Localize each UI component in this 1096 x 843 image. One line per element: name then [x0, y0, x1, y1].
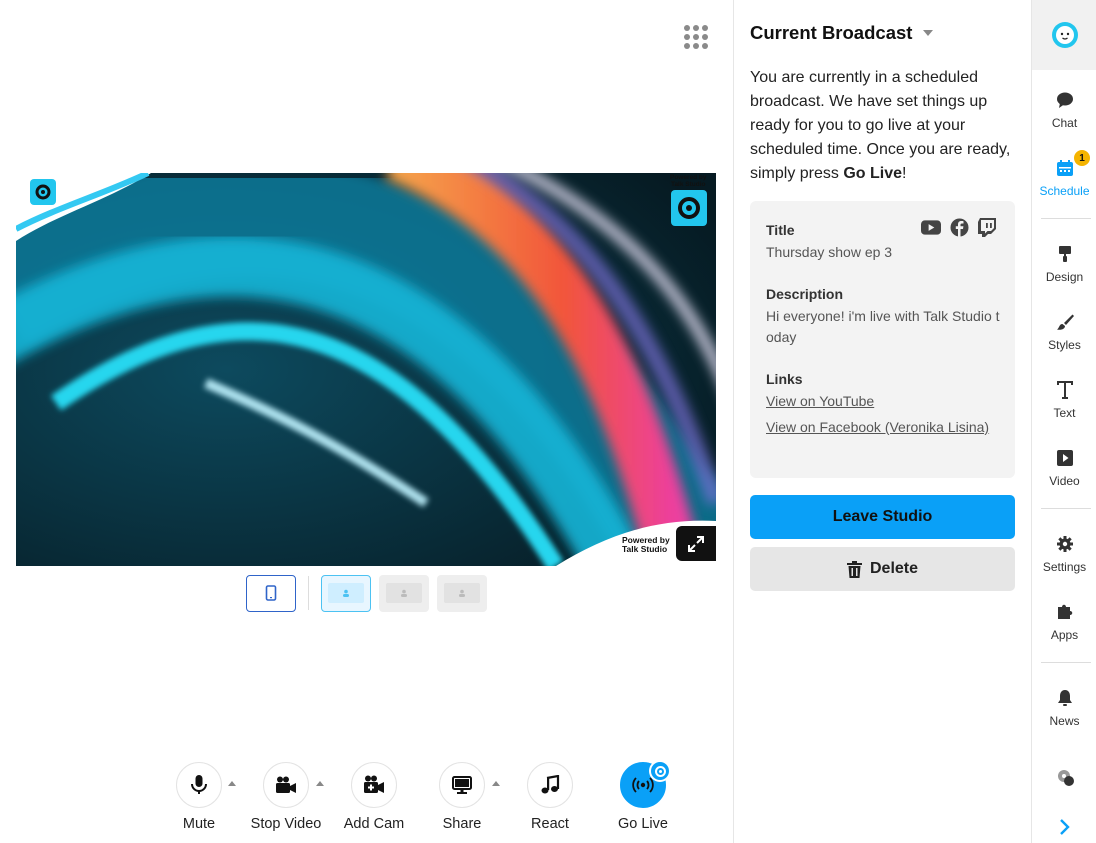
nav-chat[interactable]: Chat	[1032, 88, 1096, 144]
nav-divider	[1041, 662, 1091, 663]
intro-text: You are currently in a scheduled broadca…	[750, 69, 1011, 182]
trash-icon	[846, 560, 862, 578]
status-settings-icon[interactable]	[1056, 768, 1076, 793]
phone-icon	[265, 585, 277, 601]
mute-options-caret[interactable]	[228, 781, 236, 786]
puzzle-icon	[1057, 604, 1072, 619]
add-cam-button[interactable]: Add Cam	[329, 762, 419, 832]
links-label: Links	[766, 371, 803, 387]
user-avatar[interactable]	[1032, 0, 1096, 70]
stop-video-button[interactable]: Stop Video	[241, 762, 331, 832]
nav-divider	[1041, 508, 1091, 509]
video-options-caret[interactable]	[316, 781, 324, 786]
expand-sidebar-chevron-icon[interactable]	[1059, 818, 1071, 841]
powered-by-large-label: Powered by Talk Studio	[622, 535, 670, 554]
avatar-icon	[1051, 22, 1078, 48]
calendar-icon	[1056, 160, 1073, 176]
layout-selector	[246, 574, 495, 612]
facebook-icon	[949, 217, 969, 237]
nav-divider	[1041, 218, 1091, 219]
react-button[interactable]: React	[505, 762, 595, 832]
leave-studio-button[interactable]: Leave Studio	[750, 495, 1015, 539]
share-button[interactable]: Share	[417, 762, 507, 832]
chat-bubble-icon	[1056, 92, 1073, 108]
video-camera-icon	[276, 776, 296, 793]
layout-divider	[308, 576, 309, 610]
monitor-icon	[452, 775, 472, 794]
add-camera-icon	[364, 775, 384, 793]
twitch-icon	[977, 217, 997, 237]
nav-settings[interactable]: Settings	[1032, 532, 1096, 588]
broadcast-info-card: Title Thursday show ep 3 Description Hi …	[750, 201, 1015, 478]
live-indicator-icon	[649, 760, 671, 782]
gear-icon	[1056, 536, 1073, 552]
nav-design[interactable]: Design	[1032, 242, 1096, 298]
mute-button[interactable]: Mute	[154, 762, 244, 832]
music-note-icon	[541, 775, 560, 794]
chevron-down-icon[interactable]	[923, 30, 933, 36]
nav-apps[interactable]: Apps	[1032, 600, 1096, 656]
nav-styles[interactable]: Styles	[1032, 310, 1096, 366]
layout-option-3-button[interactable]	[437, 574, 487, 612]
portrait-layout-button[interactable]	[246, 574, 296, 612]
talk-studio-logo-large	[671, 190, 707, 226]
panel-title[interactable]: Current Broadcast	[750, 22, 912, 44]
text-icon	[1056, 381, 1073, 399]
go-live-button[interactable]: Go Live	[598, 760, 688, 832]
apps-grid-icon[interactable]	[684, 25, 708, 49]
fullscreen-button[interactable]	[676, 526, 716, 561]
nav-text[interactable]: Text	[1032, 378, 1096, 434]
delete-button[interactable]: Delete	[750, 547, 1015, 591]
stage-area: Powered by Talk Studio Powered by Talk Stu…	[0, 0, 733, 843]
background-image	[16, 173, 716, 566]
go-live-emphasis: Go Live	[843, 165, 903, 182]
youtube-link[interactable]: View on YouTube	[766, 391, 1006, 412]
share-options-caret[interactable]	[492, 781, 500, 786]
microphone-icon	[191, 775, 207, 794]
schedule-badge: 1	[1074, 150, 1090, 166]
nav-news[interactable]: News	[1032, 686, 1096, 742]
broadcast-canvas: Powered by Talk Studio Powered by Talk Stu…	[16, 173, 716, 566]
side-navigation: Chat Schedule 1 Design Styles Text Video…	[1031, 0, 1096, 843]
description-value: Hi everyone! i'm live with Talk Studio t…	[766, 308, 1000, 345]
title-label: Title	[766, 222, 795, 238]
paint-roller-icon	[1058, 246, 1071, 262]
destination-icons	[921, 217, 997, 237]
broadcast-panel: Current Broadcast You are currently in a…	[733, 0, 1031, 843]
studio-app: Powered by Talk Studio Powered by Talk Stu…	[0, 0, 1096, 843]
youtube-icon	[921, 217, 941, 237]
brush-icon	[1056, 314, 1074, 330]
bell-icon	[1057, 690, 1072, 706]
talk-studio-logo-small	[30, 179, 56, 205]
title-value: Thursday show ep 3	[766, 244, 893, 260]
layout-solo-button[interactable]	[321, 574, 371, 612]
layout-option-2-button[interactable]	[379, 574, 429, 612]
powered-by-small-label: Powered by Talk Studio	[670, 174, 707, 188]
facebook-link[interactable]: View on Facebook (Veronika Lisina)	[766, 417, 1006, 438]
description-label: Description	[766, 286, 844, 302]
play-icon	[1056, 450, 1073, 466]
expand-icon	[688, 535, 704, 552]
nav-video[interactable]: Video	[1032, 446, 1096, 502]
